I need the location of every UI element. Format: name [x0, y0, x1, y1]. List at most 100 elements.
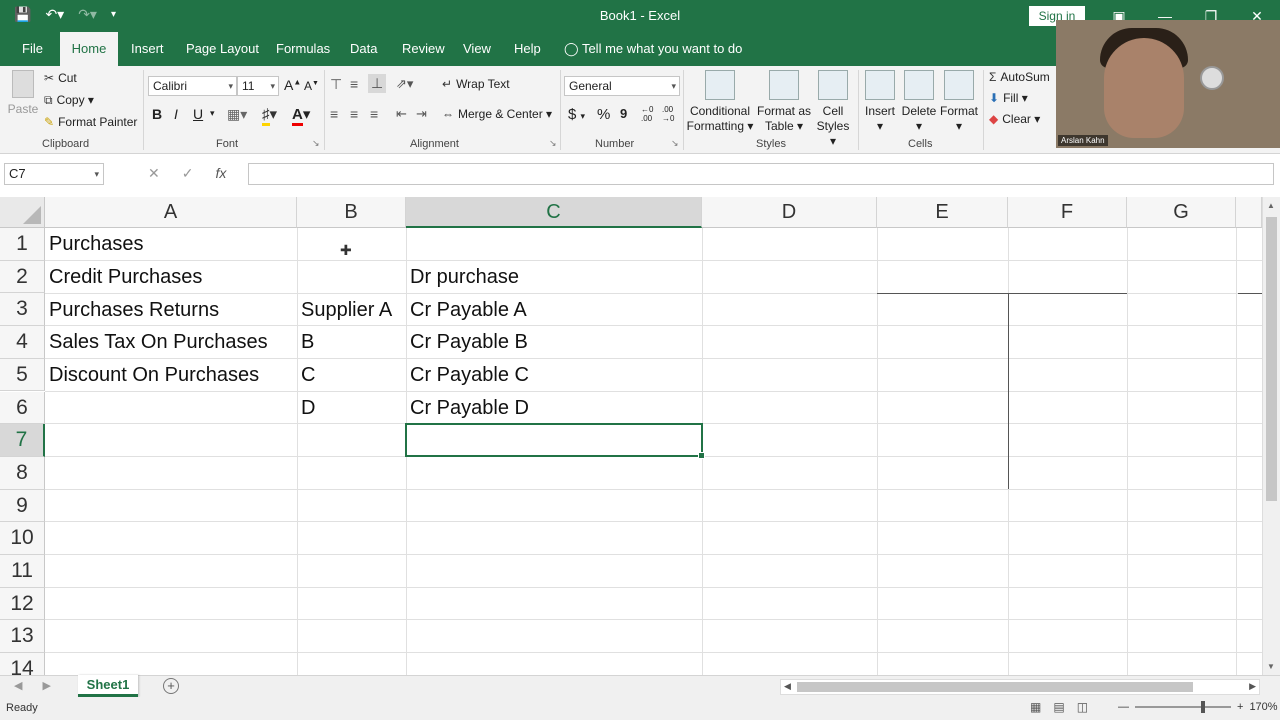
shrink-font-button[interactable]: A▼: [304, 79, 319, 93]
conditional-formatting-button[interactable]: Conditional Formatting ▾: [686, 70, 754, 134]
align-right-icon[interactable]: ≡: [370, 106, 378, 122]
number-format-select[interactable]: General ▾: [564, 76, 680, 96]
currency-button[interactable]: $ ▾: [568, 106, 585, 123]
column-header-a[interactable]: A: [45, 197, 297, 228]
font-dialog-launcher-icon[interactable]: ↘: [312, 138, 320, 149]
zoom-slider[interactable]: [1135, 701, 1231, 713]
row-header-13[interactable]: 13: [0, 620, 45, 654]
cell-b6[interactable]: D: [297, 392, 315, 424]
format-painter-button[interactable]: ✎ Format Painter: [44, 115, 137, 129]
grow-font-button[interactable]: A▲: [284, 77, 301, 93]
prev-sheet-icon[interactable]: ◀: [14, 679, 22, 692]
decrease-decimal-icon[interactable]: .00 →0: [662, 105, 674, 123]
clear-button[interactable]: ◆ Clear ▾: [989, 112, 1040, 126]
page-break-view-icon[interactable]: ◫: [1077, 700, 1088, 714]
column-header-b[interactable]: B: [297, 197, 406, 228]
cut-button[interactable]: ✂ Cut: [44, 71, 77, 85]
cell-c5[interactable]: Cr Payable C: [406, 359, 529, 391]
format-cells-button[interactable]: Format ▾: [938, 70, 980, 134]
font-name-select[interactable]: Calibri ▾: [148, 76, 237, 96]
cell-c4[interactable]: Cr Payable B: [406, 326, 528, 358]
row-header-8[interactable]: 8: [0, 456, 45, 490]
column-header-h[interactable]: [1236, 197, 1262, 228]
cell-b4[interactable]: B: [297, 326, 314, 358]
delete-cells-button[interactable]: Delete ▾: [900, 70, 938, 134]
alignment-dialog-launcher-icon[interactable]: ↘: [549, 138, 557, 149]
cell-a5[interactable]: Discount On Purchases: [45, 359, 259, 391]
tab-page-layout[interactable]: Page Layout: [178, 32, 267, 66]
cell-a4[interactable]: Sales Tax On Purchases: [45, 326, 268, 358]
borders-icon[interactable]: ▦▾: [227, 106, 247, 123]
italic-button[interactable]: I: [174, 106, 178, 122]
column-header-c[interactable]: C: [406, 197, 702, 228]
scroll-right-icon[interactable]: ▶: [1249, 681, 1256, 692]
tab-file[interactable]: File: [14, 32, 51, 66]
row-header-7[interactable]: 7: [0, 424, 45, 457]
bottom-align-icon[interactable]: ⊥: [368, 74, 387, 93]
row-header-5[interactable]: 5: [0, 358, 45, 392]
tab-view[interactable]: View: [455, 32, 499, 66]
column-header-g[interactable]: G: [1127, 197, 1236, 228]
normal-view-icon[interactable]: ▦: [1030, 700, 1041, 714]
zoom-out-icon[interactable]: —: [1118, 701, 1129, 713]
merge-center-button[interactable]: ⇔ Merge & Center ▾: [442, 107, 552, 121]
fill-button[interactable]: ⬇ Fill ▾: [989, 91, 1028, 105]
underline-button[interactable]: U: [193, 106, 203, 122]
tab-data[interactable]: Data: [342, 32, 385, 66]
cell-c6[interactable]: Cr Payable D: [406, 392, 529, 424]
wrap-text-button[interactable]: ↵ Wrap Text: [442, 77, 510, 91]
percent-button[interactable]: %: [597, 106, 610, 123]
cell-c3[interactable]: Cr Payable A: [406, 294, 527, 326]
sheet-tab-sheet1[interactable]: Sheet1: [78, 675, 138, 697]
row-header-11[interactable]: 11: [0, 555, 45, 588]
bold-button[interactable]: B: [152, 106, 162, 122]
cancel-icon[interactable]: ✕: [148, 165, 160, 182]
active-cell-c7[interactable]: [405, 423, 705, 459]
zoom-in-icon[interactable]: +: [1237, 701, 1243, 713]
decrease-indent-icon[interactable]: ⇤: [396, 106, 407, 122]
vertical-scrollbar[interactable]: ▲ ▼: [1262, 197, 1280, 675]
cell-a2[interactable]: Credit Purchases: [45, 261, 202, 293]
row-header-9[interactable]: 9: [0, 489, 45, 523]
row-header-6[interactable]: 6: [0, 391, 45, 425]
formula-input[interactable]: [248, 163, 1274, 185]
cell-c2[interactable]: Dr purchase: [406, 261, 519, 293]
increase-decimal-icon[interactable]: ←0.00: [641, 105, 653, 123]
row-header-2[interactable]: 2: [0, 260, 45, 294]
align-left-icon[interactable]: ≡: [330, 106, 338, 122]
tell-me-box[interactable]: ◯ Tell me what you want to do: [556, 32, 750, 66]
row-header-10[interactable]: 10: [0, 522, 45, 555]
horizontal-scrollbar[interactable]: ◀ ▶: [780, 679, 1260, 695]
increase-indent-icon[interactable]: ⇥: [416, 106, 427, 122]
format-as-table-button[interactable]: Format as Table ▾: [756, 70, 812, 134]
tab-home[interactable]: Home: [60, 32, 118, 66]
scroll-up-icon[interactable]: ▲: [1267, 201, 1275, 210]
middle-align-icon[interactable]: ≡: [350, 76, 358, 92]
orientation-icon[interactable]: ⇗▾: [396, 76, 413, 92]
row-header-4[interactable]: 4: [0, 326, 45, 359]
copy-button[interactable]: ⧉ Copy ▾: [44, 93, 94, 108]
add-sheet-icon[interactable]: +: [163, 678, 179, 694]
select-all-button[interactable]: [0, 197, 45, 228]
row-header-14[interactable]: 14: [0, 653, 45, 675]
align-center-icon[interactable]: ≡: [350, 106, 358, 122]
name-box[interactable]: C7 ▾: [4, 163, 104, 185]
horizontal-scroll-thumb[interactable]: [797, 682, 1193, 692]
font-size-select[interactable]: 11 ▾: [237, 76, 279, 96]
cell-styles-button[interactable]: Cell Styles ▾: [812, 70, 854, 149]
cell-a3[interactable]: Purchases Returns: [45, 294, 219, 326]
zoom-slider-knob[interactable]: [1201, 701, 1205, 713]
cell-b3[interactable]: Supplier A: [297, 294, 392, 326]
cell-a1[interactable]: Purchases: [45, 228, 144, 260]
enter-icon[interactable]: ✓: [182, 165, 194, 182]
top-align-icon[interactable]: ⊤: [330, 76, 342, 93]
insert-function-icon[interactable]: fx: [215, 165, 226, 182]
column-header-f[interactable]: F: [1008, 197, 1127, 228]
scroll-down-icon[interactable]: ▼: [1267, 662, 1275, 671]
tab-insert[interactable]: Insert: [123, 32, 172, 66]
tab-review[interactable]: Review: [394, 32, 453, 66]
tab-help[interactable]: Help: [506, 32, 549, 66]
underline-dropdown[interactable]: ▾: [210, 108, 215, 119]
scroll-left-icon[interactable]: ◀: [784, 681, 791, 692]
column-header-e[interactable]: E: [877, 197, 1008, 228]
